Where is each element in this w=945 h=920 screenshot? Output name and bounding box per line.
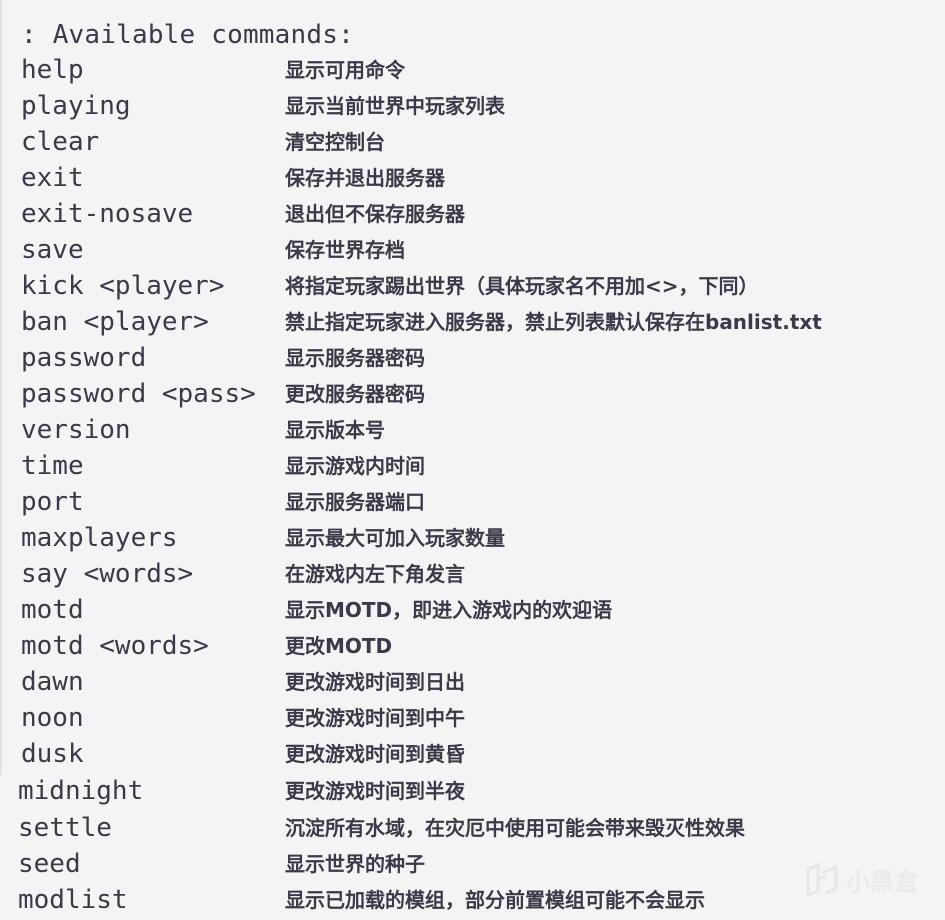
command-description: 更改服务器密码 bbox=[285, 382, 425, 406]
commands-header: : Available commands: bbox=[21, 20, 354, 50]
command-row: say <words> 在游戏内左下角发言 bbox=[0, 556, 945, 592]
command-name: time bbox=[21, 451, 84, 481]
command-description: 显示世界的种子 bbox=[285, 852, 425, 876]
xiaoheihe-logo-icon bbox=[806, 862, 838, 897]
command-description: 显示游戏内时间 bbox=[285, 454, 425, 478]
command-description: 更改游戏时间到黄昏 bbox=[285, 742, 465, 766]
command-description: 显示版本号 bbox=[285, 418, 385, 442]
command-name: settle bbox=[18, 813, 112, 843]
command-description: 显示当前世界中玩家列表 bbox=[285, 94, 505, 118]
command-description: 显示服务器密码 bbox=[285, 346, 425, 370]
command-name: kick <player> bbox=[21, 271, 225, 301]
command-row: exit 保存并退出服务器 bbox=[0, 160, 945, 196]
command-name: save bbox=[21, 235, 84, 265]
command-description: 更改游戏时间到半夜 bbox=[285, 779, 465, 803]
command-name: version bbox=[21, 415, 131, 445]
command-description: 保存世界存档 bbox=[285, 238, 405, 262]
command-name: playing bbox=[21, 91, 131, 121]
command-description: 将指定玩家踢出世界（具体玩家名不用加<>，下同） bbox=[285, 274, 759, 298]
command-description: 显示服务器端口 bbox=[285, 490, 425, 514]
command-row: kick <player> 将指定玩家踢出世界（具体玩家名不用加<>，下同） bbox=[0, 268, 945, 304]
command-name: seed bbox=[18, 849, 81, 879]
command-name: password <pass> bbox=[21, 379, 256, 409]
command-row: ban <player> 禁止指定玩家进入服务器，禁止列表默认保存在banlist… bbox=[0, 304, 945, 340]
command-row: midnight 更改游戏时间到半夜 bbox=[0, 773, 945, 809]
command-row: exit-nosave 退出但不保存服务器 bbox=[0, 196, 945, 232]
command-description: 在游戏内左下角发言 bbox=[285, 562, 465, 586]
command-description: 清空控制台 bbox=[285, 130, 385, 154]
command-row: settle 沉淀所有水域，在灾厄中使用可能会带来毁灭性效果 bbox=[0, 810, 945, 846]
command-description: 保存并退出服务器 bbox=[285, 166, 445, 190]
command-name: ban <player> bbox=[21, 307, 209, 337]
command-name: dusk bbox=[21, 739, 84, 769]
command-row: noon 更改游戏时间到中午 bbox=[0, 700, 945, 736]
command-row: save 保存世界存档 bbox=[0, 232, 945, 268]
command-description: 显示已加载的模组，部分前置模组可能不会显示 bbox=[285, 888, 705, 912]
command-name: modlist bbox=[18, 885, 128, 915]
command-row: clear 清空控制台 bbox=[0, 124, 945, 160]
command-row: dusk 更改游戏时间到黄昏 bbox=[0, 736, 945, 772]
command-description: 显示可用命令 bbox=[285, 58, 405, 82]
command-description: 更改游戏时间到中午 bbox=[285, 706, 465, 730]
command-name: motd bbox=[21, 595, 84, 625]
command-row: playing 显示当前世界中玩家列表 bbox=[0, 88, 945, 124]
command-row: maxplayers 显示最大可加入玩家数量 bbox=[0, 520, 945, 556]
command-row: dawn 更改游戏时间到日出 bbox=[0, 664, 945, 700]
command-name: exit bbox=[21, 163, 84, 193]
command-name: exit-nosave bbox=[21, 199, 194, 229]
command-description: 沉淀所有水域，在灾厄中使用可能会带来毁灭性效果 bbox=[285, 816, 745, 840]
command-name: maxplayers bbox=[21, 523, 178, 553]
command-row: motd 显示MOTD，即进入游戏内的欢迎语 bbox=[0, 592, 945, 628]
command-name: say <words> bbox=[21, 559, 194, 589]
watermark-text: 小黑盒 bbox=[846, 868, 918, 896]
command-row: password 显示服务器密码 bbox=[0, 340, 945, 376]
command-name: clear bbox=[21, 127, 100, 157]
command-row: version 显示版本号 bbox=[0, 412, 945, 448]
command-description: 更改MOTD bbox=[285, 634, 393, 658]
command-row: help 显示可用命令 bbox=[0, 52, 945, 88]
command-row: motd <words> 更改MOTD bbox=[0, 628, 945, 664]
command-name: midnight bbox=[18, 776, 144, 806]
command-name: noon bbox=[21, 703, 84, 733]
command-description: 退出但不保存服务器 bbox=[285, 202, 465, 226]
command-name: help bbox=[21, 55, 84, 85]
command-description: 显示MOTD，即进入游戏内的欢迎语 bbox=[285, 598, 613, 622]
command-name: motd <words> bbox=[21, 631, 209, 661]
command-name: dawn bbox=[21, 667, 84, 697]
command-description: 显示最大可加入玩家数量 bbox=[285, 526, 505, 550]
command-description: 禁止指定玩家进入服务器，禁止列表默认保存在banlist.txt bbox=[285, 310, 822, 334]
command-row: port 显示服务器端口 bbox=[0, 484, 945, 520]
watermark: 小黑盒 bbox=[804, 862, 918, 897]
command-description: 更改游戏时间到日出 bbox=[285, 670, 465, 694]
command-name: password bbox=[21, 343, 147, 373]
command-name: port bbox=[21, 487, 84, 517]
command-row: time 显示游戏内时间 bbox=[0, 448, 945, 484]
command-row: password <pass> 更改服务器密码 bbox=[0, 376, 945, 412]
